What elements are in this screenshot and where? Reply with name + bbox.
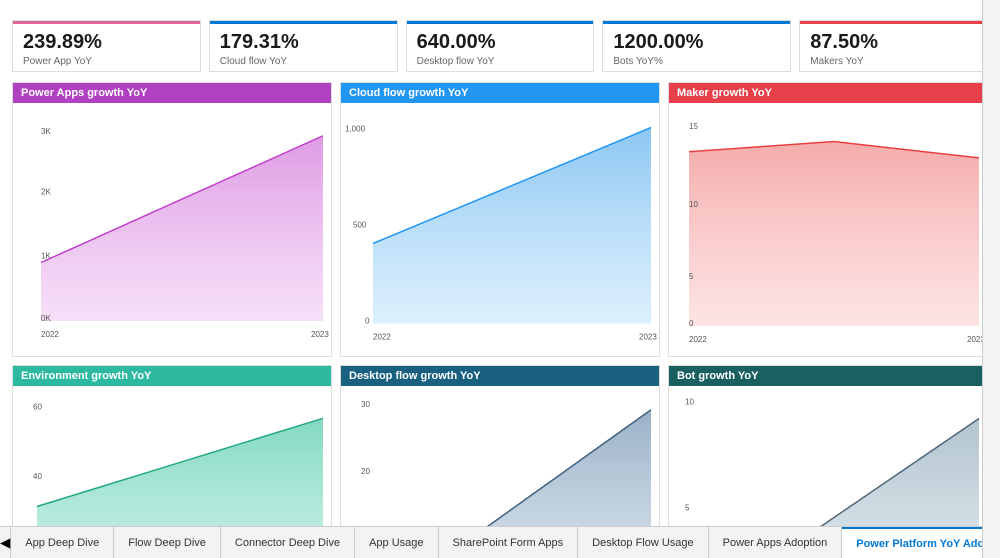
- svg-text:20: 20: [361, 467, 370, 476]
- tab-4[interactable]: SharePoint Form Apps: [439, 527, 579, 558]
- filters-sidebar[interactable]: [982, 0, 1000, 558]
- chart-title-1: Cloud flow growth YoY: [341, 83, 659, 103]
- kpi-value-1: 179.31%: [220, 31, 387, 54]
- svg-text:0K: 0K: [41, 314, 51, 323]
- kpi-value-4: 87.50%: [810, 31, 977, 54]
- tab-bar: ◀ App Deep DiveFlow Deep DiveConnector D…: [0, 526, 1000, 558]
- svg-text:1,000: 1,000: [345, 125, 366, 134]
- kpi-row: 239.89% Power App YoY 179.31% Cloud flow…: [12, 20, 988, 72]
- svg-text:60: 60: [33, 403, 42, 412]
- tab-2[interactable]: Connector Deep Dive: [221, 527, 355, 558]
- chart-body-3: 60 40 20 0 2022 2023: [13, 386, 331, 526]
- svg-text:2022: 2022: [41, 330, 59, 339]
- kpi-label-0: Power App YoY: [23, 56, 190, 67]
- chart-card-3: Environment growth YoY 60 40 20 0 2022 2…: [12, 365, 332, 526]
- kpi-label-1: Cloud flow YoY: [220, 56, 387, 67]
- kpi-card-2: 640.00% Desktop flow YoY: [406, 20, 595, 72]
- chart-svg-0: 3K 2K 1K 0K 2022 2023: [13, 103, 331, 356]
- svg-text:3K: 3K: [41, 127, 51, 136]
- tab-1[interactable]: Flow Deep Dive: [114, 527, 221, 558]
- svg-text:1K: 1K: [41, 252, 51, 261]
- kpi-card-4: 87.50% Makers YoY: [799, 20, 988, 72]
- kpi-card-1: 179.31% Cloud flow YoY: [209, 20, 398, 72]
- chart-svg-2: 15 10 5 0 2022 2023: [669, 103, 987, 356]
- kpi-label-4: Makers YoY: [810, 56, 977, 67]
- tab-prev-button[interactable]: ◀: [0, 527, 11, 558]
- kpi-value-3: 1200.00%: [613, 31, 780, 54]
- tab-7[interactable]: Power Platform YoY Adoption: [842, 527, 1000, 558]
- chart-body-0: 3K 2K 1K 0K 2022 2023: [13, 103, 331, 356]
- chart-card-0: Power Apps growth YoY 3K 2K 1K 0K 2022 2…: [12, 82, 332, 357]
- chart-body-1: 1,000 500 0 2022 2023: [341, 103, 659, 356]
- kpi-label-3: Bots YoY%: [613, 56, 780, 67]
- chart-body-5: 10 5 0 2022 2023: [669, 386, 987, 526]
- chart-svg-5: 10 5 0 2022 2023: [669, 386, 987, 526]
- svg-text:2023: 2023: [311, 330, 329, 339]
- chart-svg-3: 60 40 20 0 2022 2023: [13, 386, 331, 526]
- kpi-label-2: Desktop flow YoY: [417, 56, 584, 67]
- charts-grid: Power Apps growth YoY 3K 2K 1K 0K 2022 2…: [12, 82, 988, 526]
- svg-text:2022: 2022: [689, 335, 707, 344]
- chart-card-4: Desktop flow growth YoY 30 20 10 2022 20…: [340, 365, 660, 526]
- svg-text:500: 500: [353, 221, 367, 230]
- tab-3[interactable]: App Usage: [355, 527, 438, 558]
- svg-text:5: 5: [689, 272, 694, 281]
- tab-0[interactable]: App Deep Dive: [11, 527, 114, 558]
- chart-card-5: Bot growth YoY 10 5 0 2022 2023: [668, 365, 988, 526]
- svg-text:5: 5: [685, 504, 690, 513]
- kpi-card-3: 1200.00% Bots YoY%: [602, 20, 791, 72]
- svg-text:2K: 2K: [41, 187, 51, 196]
- svg-text:10: 10: [689, 200, 698, 209]
- kpi-value-0: 239.89%: [23, 31, 190, 54]
- svg-text:0: 0: [365, 317, 370, 326]
- svg-text:15: 15: [689, 122, 698, 131]
- svg-text:40: 40: [33, 472, 42, 481]
- chart-card-2: Maker growth YoY 15 10 5 0 2022 2023: [668, 82, 988, 357]
- kpi-card-0: 239.89% Power App YoY: [12, 20, 201, 72]
- svg-text:10: 10: [685, 398, 694, 407]
- chart-title-3: Environment growth YoY: [13, 366, 331, 386]
- svg-text:2023: 2023: [639, 333, 657, 342]
- chart-svg-4: 30 20 10 2022 2023: [341, 386, 659, 526]
- chart-svg-1: 1,000 500 0 2022 2023: [341, 103, 659, 356]
- svg-text:0: 0: [689, 319, 694, 328]
- svg-text:2022: 2022: [373, 333, 391, 342]
- svg-text:30: 30: [361, 400, 370, 409]
- chart-title-4: Desktop flow growth YoY: [341, 366, 659, 386]
- kpi-value-2: 640.00%: [417, 31, 584, 54]
- chart-title-5: Bot growth YoY: [669, 366, 987, 386]
- tab-6[interactable]: Power Apps Adoption: [709, 527, 843, 558]
- tab-5[interactable]: Desktop Flow Usage: [578, 527, 709, 558]
- chart-title-0: Power Apps growth YoY: [13, 83, 331, 103]
- chart-body-2: 15 10 5 0 2022 2023: [669, 103, 987, 356]
- chart-card-1: Cloud flow growth YoY 1,000 500 0 2022 2…: [340, 82, 660, 357]
- chart-title-2: Maker growth YoY: [669, 83, 987, 103]
- chart-body-4: 30 20 10 2022 2023: [341, 386, 659, 526]
